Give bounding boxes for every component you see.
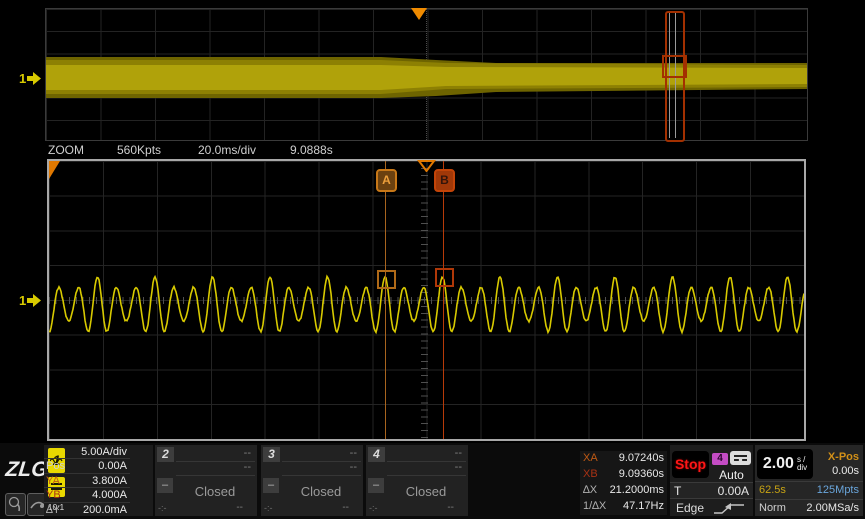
trigger-block[interactable]: Stop 4 Auto T 0.00A Edge: [670, 445, 753, 516]
xa-value: 9.07240s: [619, 452, 664, 464]
zoom-mode-label: ZOOM: [48, 143, 84, 157]
ch3-state: Closed: [279, 484, 363, 499]
channel4-number: 4: [368, 447, 385, 462]
channel3-info-block[interactable]: 3 -- -- – Closed -:- --: [261, 445, 363, 516]
ch2-dash: --: [236, 502, 243, 513]
ch4-coupling-placeholder: –: [368, 478, 384, 493]
dx-value: 9.09360s: [619, 468, 664, 480]
channel4-info-block[interactable]: 4 -- -- – Closed -:- --: [366, 445, 468, 516]
ch1-position-marker-top[interactable]: 1: [19, 71, 41, 86]
run-stop-state[interactable]: Stop: [672, 451, 709, 478]
trigger-level-value: 0.00A: [718, 484, 749, 498]
ch4-time-dash: -:-: [369, 503, 378, 513]
ch1-pos-value: 0.00A: [98, 460, 127, 472]
channel2-number: 2: [157, 447, 174, 462]
cursor-b-trace-marker: [435, 268, 454, 287]
trigger-level-label: T: [674, 484, 681, 498]
zoom-region-handle[interactable]: [662, 55, 687, 78]
cursor-a-line[interactable]: [385, 161, 386, 439]
ch1-marker-label: 1: [19, 293, 26, 308]
acquire-mode: Norm: [759, 502, 786, 514]
ch4-dash-row: --: [387, 461, 466, 476]
cursor-b-line[interactable]: [443, 161, 444, 439]
xa-label: XA: [583, 452, 598, 464]
status-bar: ZLG® 1 10:1 5.00A/div Pos 0.00A YA 3: [0, 443, 865, 519]
record-duration: 62.5s: [759, 484, 786, 496]
ch3-time-dash: -:-: [264, 503, 273, 513]
ch1-yb-label: YB: [46, 489, 61, 501]
rising-edge-icon: [712, 503, 746, 515]
cursor-readout-block: XA 9.07240s XB 9.09360s ∆X 21.2000ms 1/∆…: [580, 451, 667, 515]
scope-screen: 1 1 ZOOM 560Kpts 20.0ms/div 9.0888s A B: [0, 0, 865, 443]
zoom-center-marker[interactable]: [417, 160, 436, 172]
ch4-dash: --: [447, 502, 454, 513]
ch3-dash-row: --: [282, 461, 361, 476]
ch2-coupling-placeholder: –: [157, 478, 173, 493]
ch1-ya-label: YA: [46, 475, 60, 487]
xb-label: XB: [583, 468, 598, 480]
timebase-value: 2.00: [763, 455, 794, 473]
zoom-scale-label: 20.0ms/div: [198, 143, 256, 157]
trigger-level-row: T 0.00A: [670, 482, 753, 499]
trigger-source-badge[interactable]: 4: [712, 453, 728, 465]
channel1-info-block[interactable]: 1 10:1 5.00A/div Pos 0.00A YA 3.800A YB …: [44, 445, 153, 516]
ch3-dash-row: --: [282, 447, 361, 462]
zoom-waveform-panel[interactable]: A B: [47, 159, 806, 441]
record-points: 125Mpts: [817, 484, 859, 496]
ch1-position-marker-bottom[interactable]: 1: [19, 293, 41, 308]
ch1-pos-label: Pos: [46, 460, 65, 472]
ch2-dash-row: --: [176, 461, 255, 476]
cursor-a-handle[interactable]: A: [376, 169, 397, 192]
touch-gesture-icon[interactable]: [5, 493, 26, 516]
ch1-scale: 5.00A/div: [81, 446, 127, 458]
zoom-offset-label: 9.0888s: [290, 143, 333, 157]
inv-dx-value: 47.17Hz: [623, 500, 664, 512]
timebase-unit-bottom: div: [797, 464, 807, 472]
ch1-dy-value: 200.0mA: [83, 504, 127, 516]
acquire-info-row: Norm 2.00MSa/s: [755, 499, 863, 516]
ch2-time-dash: -:-: [158, 503, 167, 513]
timebase-block[interactable]: 2.00 s / div X-Pos 0.00s 62.5s 125Mpts N…: [755, 445, 863, 516]
ch3-coupling-placeholder: –: [263, 478, 279, 493]
ch1-trace-zoom: [49, 161, 804, 439]
ch3-dash: --: [342, 502, 349, 513]
trigger-type: Edge: [676, 501, 704, 515]
timebase-scale[interactable]: 2.00 s / div: [757, 449, 813, 479]
trigger-sweep-mode[interactable]: Auto: [712, 468, 751, 482]
ch1-ya-value: 3.800A: [92, 475, 127, 487]
cursor-b-handle[interactable]: B: [434, 169, 455, 192]
main-waveform-panel[interactable]: [45, 8, 808, 141]
ch2-state: Closed: [173, 484, 257, 499]
trigger-position-marker[interactable]: [411, 8, 427, 20]
channel2-info-block[interactable]: 2 -- -- – Closed -:- --: [155, 445, 257, 516]
inv-dx-label: 1/∆X: [583, 500, 606, 512]
ch1-marker-label: 1: [19, 71, 26, 86]
trigger-coupling-icon[interactable]: [730, 451, 751, 465]
dx-value: 21.2000ms: [610, 484, 664, 496]
xpos-value: 0.00s: [832, 465, 859, 477]
xpos-label: X-Pos: [828, 451, 859, 463]
record-info-row: 62.5s 125Mpts: [755, 481, 863, 499]
ch1-dy-label: ∆Y: [46, 504, 60, 516]
sample-rate: 2.00MSa/s: [806, 502, 859, 514]
ch4-state: Closed: [384, 484, 468, 499]
channel-arrow-icon: [27, 72, 41, 85]
zoom-info-bar: ZOOM 560Kpts 20.0ms/div 9.0888s: [45, 142, 808, 158]
ch1-yb-value: 4.000A: [92, 489, 127, 501]
channel3-number: 3: [263, 447, 280, 462]
trigger-type-row[interactable]: Edge: [670, 501, 753, 516]
zoom-points-label: 560Kpts: [117, 143, 161, 157]
ch1-trace-overview: [46, 9, 807, 140]
dx-label: ∆X: [583, 484, 597, 496]
cursor-a-trace-marker: [377, 270, 396, 289]
ch2-dash-row: --: [176, 447, 255, 462]
channel-arrow-icon: [27, 294, 41, 307]
ch4-dash-row: --: [387, 447, 466, 462]
